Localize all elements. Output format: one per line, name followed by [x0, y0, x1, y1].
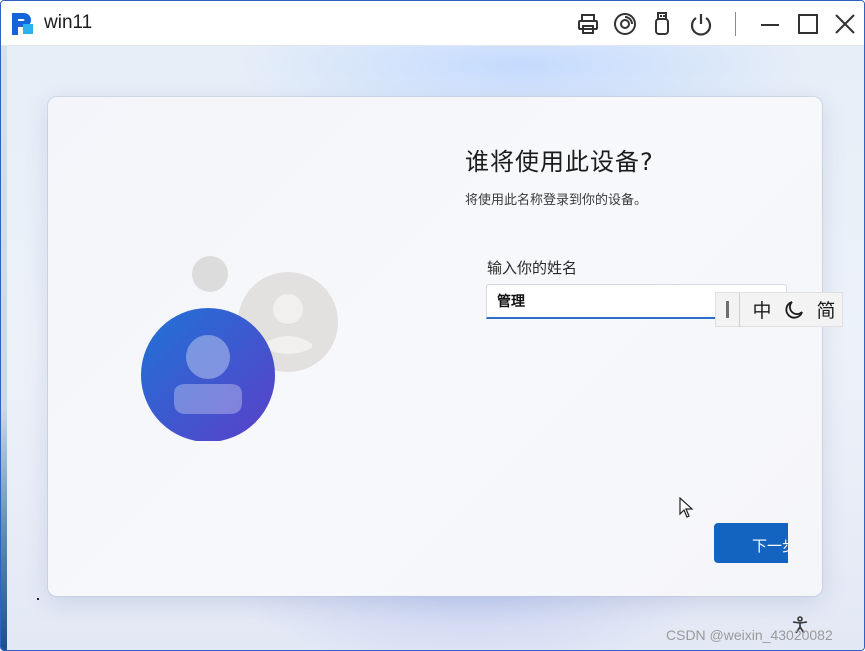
- host-desktop-edge: [1, 46, 7, 650]
- app-logo-icon: [12, 13, 33, 35]
- users-illustration: [141, 256, 338, 441]
- window-title: win11: [44, 12, 93, 33]
- minimize-icon: [761, 24, 779, 26]
- name-field-label: 输入你的姓名: [487, 259, 578, 277]
- page-description: 将使用此名称登录到你的设备。: [465, 193, 648, 208]
- maximize-button[interactable]: [793, 9, 823, 39]
- page-heading: 谁将使用此设备?: [465, 148, 654, 176]
- ime-punctuation-toggle[interactable]: [778, 293, 810, 326]
- ime-script-toggle[interactable]: 简: [810, 293, 842, 326]
- power-icon: [690, 14, 712, 36]
- usb-icon: [655, 12, 669, 35]
- printer-icon: [578, 14, 598, 34]
- mouse-cursor-icon: [679, 497, 694, 518]
- toolbar-divider: [735, 12, 736, 36]
- maximize-icon: [798, 14, 818, 34]
- power-button[interactable]: [686, 9, 716, 39]
- next-button-label: 下一步: [752, 537, 788, 555]
- watermark-text: CSDN @weixin_43020082: [666, 627, 833, 643]
- usb-button[interactable]: [647, 9, 677, 39]
- ime-drag-handle[interactable]: [726, 301, 729, 318]
- moon-icon: [785, 300, 803, 319]
- title-bar: win11: [1, 1, 864, 46]
- close-button[interactable]: [830, 9, 860, 39]
- close-icon: [835, 14, 855, 34]
- disc-button[interactable]: [610, 9, 640, 39]
- disc-icon: [614, 13, 636, 35]
- ime-toolbar: 中 简: [715, 292, 843, 327]
- minimize-button[interactable]: [755, 9, 785, 39]
- ime-mode-toggle[interactable]: 中: [746, 293, 778, 326]
- next-button[interactable]: 下一步: [714, 523, 788, 563]
- printer-button[interactable]: [573, 9, 603, 39]
- vm-window: win11 谁将使用此设备? 将使用此名称登录到你的设备。 输入你的姓名 管理 …: [0, 0, 865, 651]
- ime-divider: [739, 292, 740, 327]
- stray-dot: [37, 598, 39, 600]
